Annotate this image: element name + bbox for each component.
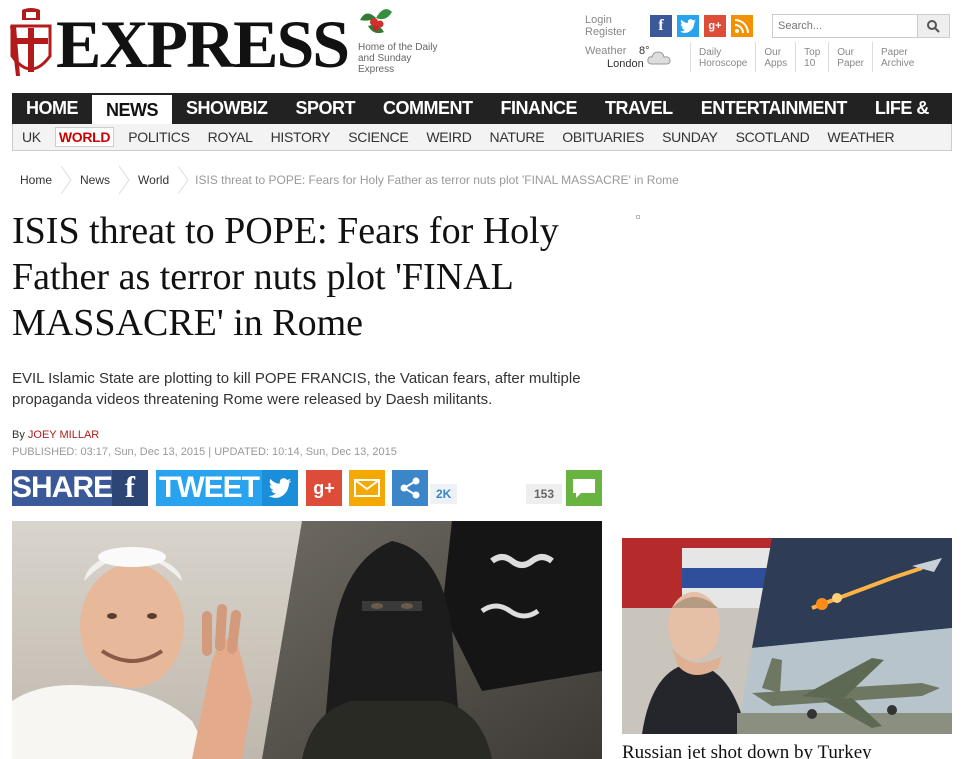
subnav-nature[interactable]: NATURE bbox=[481, 129, 554, 145]
nav-life-style[interactable]: LIFE & STYLE bbox=[861, 93, 952, 149]
google-plus-icon[interactable]: g+ bbox=[704, 15, 726, 37]
twitter-share-button[interactable]: TWEET bbox=[156, 470, 298, 506]
breadcrumb-world[interactable]: World bbox=[130, 173, 177, 187]
nav-news[interactable]: NEWS bbox=[92, 93, 172, 124]
cloud-icon bbox=[647, 51, 671, 65]
tweet-label: TWEET bbox=[156, 470, 262, 506]
search-input[interactable] bbox=[773, 15, 917, 37]
chevron-right-icon bbox=[118, 166, 130, 194]
social-links: f g+ bbox=[650, 15, 753, 37]
ad-placeholder bbox=[636, 215, 640, 219]
nav-finance[interactable]: FINANCE bbox=[487, 93, 592, 124]
breadcrumb: Home News World ISIS threat to POPE: Fea… bbox=[12, 166, 679, 194]
subnav-weather[interactable]: WEATHER bbox=[818, 129, 903, 145]
facebook-icon: f bbox=[112, 470, 148, 506]
breadcrumb-home[interactable]: Home bbox=[12, 173, 60, 187]
byline-prefix: By bbox=[12, 429, 25, 441]
weather-label: Weather bbox=[585, 45, 627, 57]
article-standfirst: EVIL Islamic State are plotting to kill … bbox=[12, 370, 581, 408]
envelope-icon bbox=[354, 479, 380, 497]
nav-entertainment[interactable]: ENTERTAINMENT bbox=[687, 93, 861, 124]
share-count: 2K bbox=[430, 484, 458, 504]
breadcrumb-news[interactable]: News bbox=[72, 173, 118, 187]
breadcrumb-current: ISIS threat to POPE: Fears for Holy Fath… bbox=[195, 173, 679, 187]
article-headline: ISIS threat to POPE: Fears for Holy Fath… bbox=[12, 210, 559, 344]
top-link-paper[interactable]: Our Paper bbox=[828, 42, 872, 72]
chevron-right-icon bbox=[60, 166, 72, 194]
search-button[interactable] bbox=[917, 15, 949, 37]
logo-wordmark[interactable]: EXPRESS bbox=[56, 6, 350, 82]
rss-icon[interactable] bbox=[731, 15, 753, 37]
email-share-button[interactable] bbox=[349, 470, 385, 506]
facebook-icon[interactable]: f bbox=[650, 15, 672, 37]
top-link-top10[interactable]: Top 10 bbox=[795, 42, 828, 72]
masthead: EXPRESS Home of the Daily and Sunday Exp… bbox=[0, 0, 969, 92]
top-link-apps[interactable]: Our Apps bbox=[755, 42, 795, 72]
main-nav: HOME NEWS SHOWBIZ & TV SPORT COMMENT FIN… bbox=[12, 93, 952, 149]
nav-comment[interactable]: COMMENT bbox=[369, 93, 487, 124]
subnav-world[interactable]: WORLD bbox=[54, 127, 115, 147]
search-box bbox=[772, 14, 950, 38]
nav-travel[interactable]: TRAVEL bbox=[591, 93, 687, 124]
subnav-politics[interactable]: POLITICS bbox=[119, 129, 198, 145]
subnav-scotland[interactable]: SCOTLAND bbox=[727, 129, 819, 145]
sub-nav: UK WORLD POLITICS ROYAL HISTORY SCIENCE … bbox=[12, 124, 952, 151]
subnav-royal[interactable]: ROYAL bbox=[199, 129, 262, 145]
share-icon bbox=[400, 477, 420, 499]
comments-button[interactable] bbox=[566, 470, 602, 506]
nav-sport[interactable]: SPORT bbox=[282, 93, 370, 124]
facebook-share-button[interactable]: SHARE f bbox=[12, 470, 148, 506]
google-plus-share-button[interactable]: g+ bbox=[306, 470, 342, 506]
top-link-archive[interactable]: Paper Archive bbox=[871, 42, 922, 72]
author-link[interactable]: JOEY MILLAR bbox=[28, 429, 99, 441]
google-plus-icon: g+ bbox=[313, 477, 335, 498]
nav-showbiz[interactable]: SHOWBIZ & TV bbox=[172, 93, 282, 149]
publish-date: PUBLISHED: 03:17, Sun, Dec 13, 2015 | UP… bbox=[12, 446, 397, 458]
subnav-obituaries[interactable]: OBITUARIES bbox=[553, 129, 653, 145]
subnav-sunday[interactable]: SUNDAY bbox=[653, 129, 727, 145]
sidebar-story-image[interactable] bbox=[622, 538, 952, 734]
twitter-icon bbox=[262, 470, 298, 506]
top-link-horoscope[interactable]: Daily Horoscope bbox=[690, 42, 755, 72]
article-main-image[interactable] bbox=[12, 521, 602, 759]
chevron-right-icon bbox=[177, 166, 189, 194]
search-icon bbox=[927, 19, 940, 33]
subnav-uk[interactable]: UK bbox=[13, 129, 50, 145]
comment-count[interactable]: 153 bbox=[526, 484, 563, 504]
holly-icon bbox=[360, 9, 392, 34]
crusader-logo-icon[interactable] bbox=[8, 6, 54, 82]
share-label: SHARE bbox=[12, 470, 113, 506]
speech-bubble-icon bbox=[573, 479, 595, 498]
more-share-button[interactable] bbox=[392, 470, 428, 506]
weather-widget[interactable]: Weather 8° London bbox=[585, 45, 671, 70]
subnav-weird[interactable]: WEIRD bbox=[417, 129, 480, 145]
twitter-icon[interactable] bbox=[677, 15, 699, 37]
byline: By JOEY MILLAR bbox=[12, 429, 99, 441]
login-link[interactable]: Login bbox=[585, 14, 626, 26]
subnav-science[interactable]: SCIENCE bbox=[339, 129, 417, 145]
login-links: Login Register bbox=[585, 14, 626, 38]
sidebar-story-title[interactable]: Russian jet shot down by Turkey bbox=[622, 742, 952, 759]
weather-location: London bbox=[607, 58, 644, 70]
tagline: Home of the Daily and Sunday Express bbox=[358, 42, 438, 75]
register-link[interactable]: Register bbox=[585, 26, 626, 38]
top-links: Daily Horoscope Our Apps Top 10 Our Paper Pa… bbox=[690, 42, 922, 72]
nav-home[interactable]: HOME bbox=[12, 93, 92, 124]
subnav-history[interactable]: HISTORY bbox=[262, 129, 340, 145]
